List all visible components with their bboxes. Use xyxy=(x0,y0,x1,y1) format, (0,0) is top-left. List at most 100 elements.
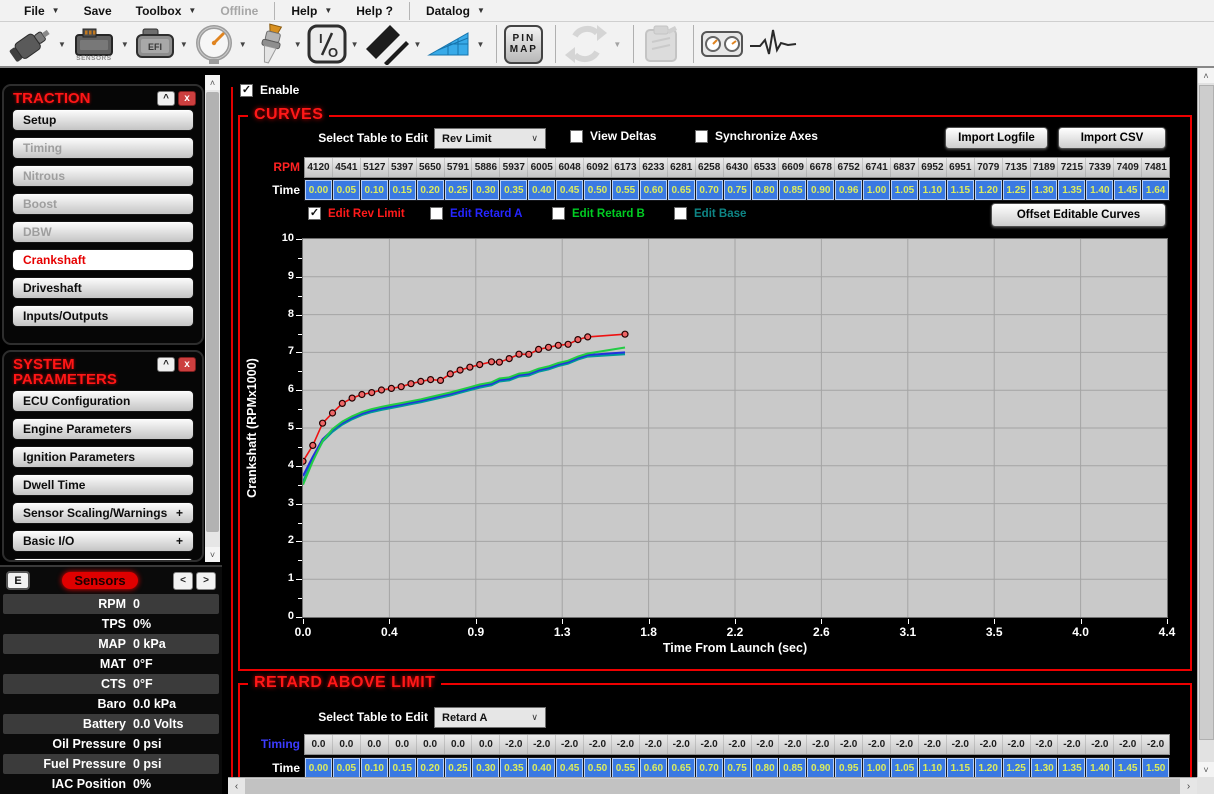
rpm-cell[interactable]: 6173 xyxy=(612,158,640,177)
rpm-cell[interactable]: 6741 xyxy=(863,158,891,177)
rpm-cell[interactable]: 6952 xyxy=(919,158,947,177)
rpm-cell[interactable]: 6430 xyxy=(724,158,752,177)
retard-time-cell[interactable]: 0.45 xyxy=(556,758,583,777)
rpm-cell[interactable]: 4541 xyxy=(333,158,361,177)
retard-time-cell[interactable]: 1.30 xyxy=(1031,758,1058,777)
retard-time-cell[interactable]: 0.15 xyxy=(389,758,416,777)
time-cell[interactable]: 0.35 xyxy=(500,180,527,200)
rpm-cell[interactable]: 7481 xyxy=(1142,158,1169,177)
retard-time-cell[interactable]: 1.45 xyxy=(1114,758,1141,777)
spark-plug-tool[interactable]: ▼ xyxy=(252,23,302,65)
timing-cell[interactable]: -2.0 xyxy=(724,735,752,754)
time-cell[interactable]: 1.20 xyxy=(975,180,1002,200)
time-cell[interactable]: 0.65 xyxy=(668,180,695,200)
stripes-tool[interactable]: ▼ xyxy=(364,23,422,65)
retard-time-cell[interactable]: 0.20 xyxy=(417,758,444,777)
sync-axes-checkbox-row[interactable]: Synchronize Axes xyxy=(695,129,818,143)
synchronize-axes-checkbox[interactable] xyxy=(695,130,708,143)
timing-cell[interactable]: -2.0 xyxy=(1114,735,1142,754)
timing-cell[interactable]: -2.0 xyxy=(528,735,556,754)
menu-help[interactable]: Help▼ xyxy=(279,0,344,21)
retard-time-cell[interactable]: 1.20 xyxy=(975,758,1002,777)
offset-editable-curves-button[interactable]: Offset Editable Curves xyxy=(991,203,1166,227)
rpm-cell[interactable]: 5791 xyxy=(445,158,473,177)
timing-cell[interactable]: 0.0 xyxy=(417,735,445,754)
table-select-dropdown[interactable]: Rev Limit∨ xyxy=(434,128,546,149)
timing-value-row[interactable]: 0.00.00.00.00.00.00.0-2.0-2.0-2.0-2.0-2.… xyxy=(304,734,1170,755)
system-item-ignition-parameters[interactable]: Ignition Parameters xyxy=(12,446,194,468)
edit-retard-a-checkbox[interactable] xyxy=(430,207,443,220)
rpm-cell[interactable]: 6233 xyxy=(640,158,668,177)
retard-time-cell[interactable]: 0.95 xyxy=(835,758,862,777)
horizontal-scroll-thumb[interactable] xyxy=(245,779,1180,794)
retard-table-select-dropdown[interactable]: Retard A∨ xyxy=(434,707,546,728)
retard-time-cell[interactable]: 1.40 xyxy=(1086,758,1113,777)
scroll-left-icon[interactable]: ‹ xyxy=(228,778,245,794)
time-cell[interactable]: 1.64 xyxy=(1142,180,1169,200)
time-cell[interactable]: 0.75 xyxy=(724,180,751,200)
edit-base-checkbox[interactable] xyxy=(674,207,687,220)
time-cell[interactable]: 1.10 xyxy=(919,180,946,200)
time-cell[interactable]: 1.15 xyxy=(947,180,974,200)
time-cell[interactable]: 1.30 xyxy=(1031,180,1058,200)
time-cell[interactable]: 0.00 xyxy=(305,180,332,200)
retard-time-cell[interactable]: 1.00 xyxy=(863,758,890,777)
retard-time-cell[interactable]: 0.35 xyxy=(500,758,527,777)
time-cell[interactable]: 0.90 xyxy=(807,180,834,200)
time-cell[interactable]: 0.15 xyxy=(389,180,416,200)
time-cell[interactable]: 0.50 xyxy=(584,180,611,200)
sensors-next-button[interactable]: > xyxy=(196,572,216,590)
collapse-icon[interactable]: ^ xyxy=(157,357,175,372)
system-item-engine-parameters[interactable]: Engine Parameters xyxy=(12,418,194,440)
retard-time-cell[interactable]: 1.10 xyxy=(919,758,946,777)
timing-cell[interactable]: -2.0 xyxy=(1003,735,1031,754)
timing-cell[interactable]: -2.0 xyxy=(807,735,835,754)
edit-retard-b-checkbox[interactable] xyxy=(552,207,565,220)
timing-cell[interactable]: -2.0 xyxy=(779,735,807,754)
enable-checkbox-row[interactable]: ✓ Enable xyxy=(240,83,299,97)
close-icon[interactable]: x xyxy=(178,357,196,372)
pin-map-button[interactable]: PINMAP xyxy=(504,25,543,64)
menu-toolbox[interactable]: Toolbox▼ xyxy=(124,0,209,21)
timing-cell[interactable]: -2.0 xyxy=(835,735,863,754)
timing-cell[interactable]: -2.0 xyxy=(500,735,528,754)
time-value-row[interactable]: 0.000.050.100.150.200.250.300.350.400.45… xyxy=(304,179,1170,201)
vertical-scroll-thumb[interactable] xyxy=(1199,85,1214,740)
traction-item-inputs-outputs[interactable]: Inputs/Outputs xyxy=(12,305,194,327)
retard-time-cell[interactable]: 1.50 xyxy=(1142,758,1169,777)
rpm-cell[interactable]: 5937 xyxy=(500,158,528,177)
waveform-tool[interactable] xyxy=(748,26,798,62)
rpm-cell[interactable]: 6678 xyxy=(807,158,835,177)
crankshaft-chart[interactable] xyxy=(302,238,1168,618)
collapse-icon[interactable]: ^ xyxy=(157,91,175,106)
retard-time-cell[interactable]: 1.25 xyxy=(1003,758,1030,777)
retard-time-cell[interactable]: 0.90 xyxy=(807,758,834,777)
scroll-right-icon[interactable]: › xyxy=(1180,778,1197,794)
rpm-cell[interactable]: 5650 xyxy=(417,158,445,177)
sidebar-scroll-thumb[interactable] xyxy=(206,92,219,532)
time-cell[interactable]: 0.55 xyxy=(612,180,639,200)
scroll-up-icon[interactable]: ˄ xyxy=(205,75,220,90)
rpm-cell[interactable]: 5886 xyxy=(472,158,500,177)
timing-cell[interactable]: -2.0 xyxy=(1086,735,1114,754)
rpm-cell[interactable]: 4120 xyxy=(305,158,333,177)
rpm-cell[interactable]: 7135 xyxy=(1003,158,1031,177)
rpm-cell[interactable]: 6609 xyxy=(779,158,807,177)
horizontal-scrollbar[interactable]: ‹ › xyxy=(228,777,1197,794)
injector-tool[interactable]: ▼ xyxy=(8,24,66,64)
time-cell[interactable]: 0.30 xyxy=(472,180,499,200)
sensors-module-tool[interactable]: SENSORS▼ xyxy=(71,27,129,62)
time-cell[interactable]: 1.40 xyxy=(1086,180,1113,200)
retard-time-cell[interactable]: 0.30 xyxy=(472,758,499,777)
retard-time-cell[interactable]: 0.60 xyxy=(640,758,667,777)
edit-checkbox-edit-retard-b[interactable]: Edit Retard B xyxy=(552,207,645,220)
rpm-cell[interactable]: 5127 xyxy=(361,158,389,177)
timing-cell[interactable]: -2.0 xyxy=(975,735,1003,754)
rpm-cell[interactable]: 7215 xyxy=(1058,158,1086,177)
rpm-cell[interactable]: 6951 xyxy=(947,158,975,177)
time-cell[interactable]: 0.80 xyxy=(752,180,779,200)
timing-cell[interactable]: -2.0 xyxy=(1058,735,1086,754)
sensors-prev-button[interactable]: < xyxy=(173,572,193,590)
edit-checkbox-edit-rev-limit[interactable]: ✓Edit Rev Limit xyxy=(308,207,405,220)
rpm-cell[interactable]: 6092 xyxy=(584,158,612,177)
